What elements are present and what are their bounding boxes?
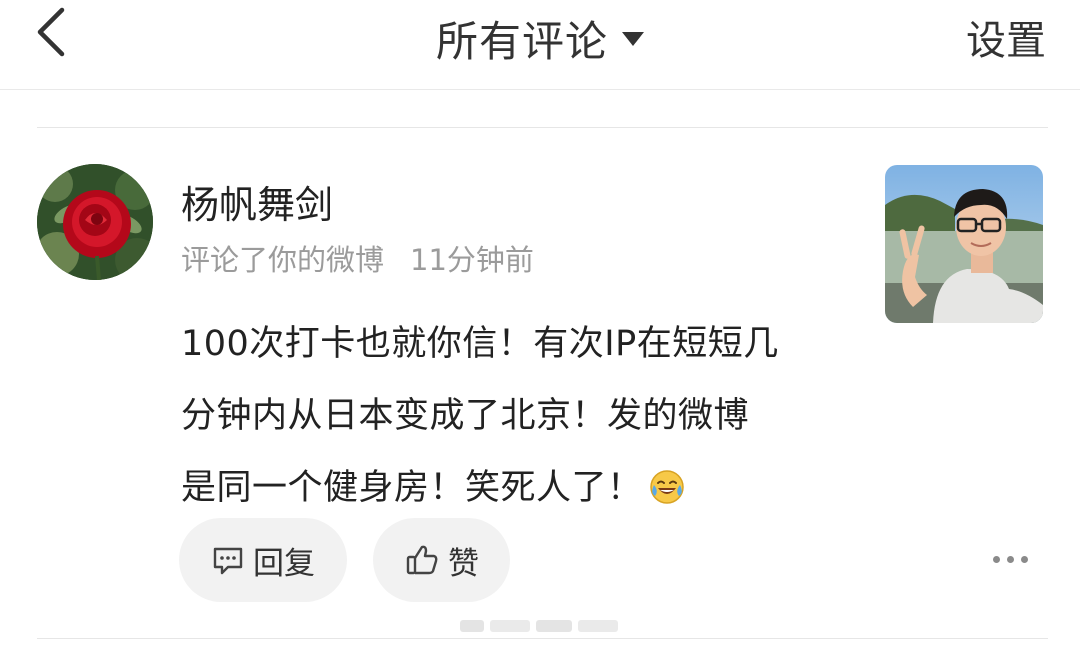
reply-button[interactable]: 回复 [179,518,347,602]
settings-button[interactable]: 设置 [966,8,1046,66]
top-nav-bar: 所有评论 设置 [0,0,1080,90]
laughing-tears-emoji-icon [649,458,685,530]
comment-line: 100次打卡也就你信！有次IP在短短几 [181,324,779,364]
like-button[interactable]: 赞 [373,518,510,602]
more-options-button[interactable] [993,552,1029,568]
rose-avatar-image [37,164,153,280]
comment-bubble-icon [213,547,243,575]
comment-body: 100次打卡也就你信！有次IP在短短几 分钟内从日本变成了北京！发的微博 是同一… [181,308,841,530]
more-dot-icon [1021,556,1028,563]
divider [37,638,1048,639]
comment-meta: 评论了你的微博 11分钟前 [181,237,534,279]
comment-action-text: 评论了你的微博 [181,243,385,277]
comment-line-text: 是同一个健身房！笑死人了！ [181,468,643,508]
more-dot-icon [993,556,1000,563]
comment-username[interactable]: 杨帆舞剑 [181,174,333,229]
user-avatar[interactable] [37,164,153,280]
weibo-post-thumbnail[interactable] [885,165,1043,323]
more-dot-icon [1007,556,1014,563]
like-label: 赞 [448,545,479,582]
comment-line: 分钟内从日本变成了北京！发的微博 [181,396,750,436]
page-title: 所有评论 [435,17,608,66]
post-photo-image [885,165,1043,323]
caret-down-icon [622,31,644,46]
thumbs-up-icon [406,545,438,575]
reply-label: 回复 [253,545,315,582]
divider [37,127,1048,128]
comment-timestamp: 11分钟前 [410,243,534,277]
comment-filter-dropdown[interactable]: 所有评论 [0,8,1080,69]
watermark-image [460,616,620,636]
